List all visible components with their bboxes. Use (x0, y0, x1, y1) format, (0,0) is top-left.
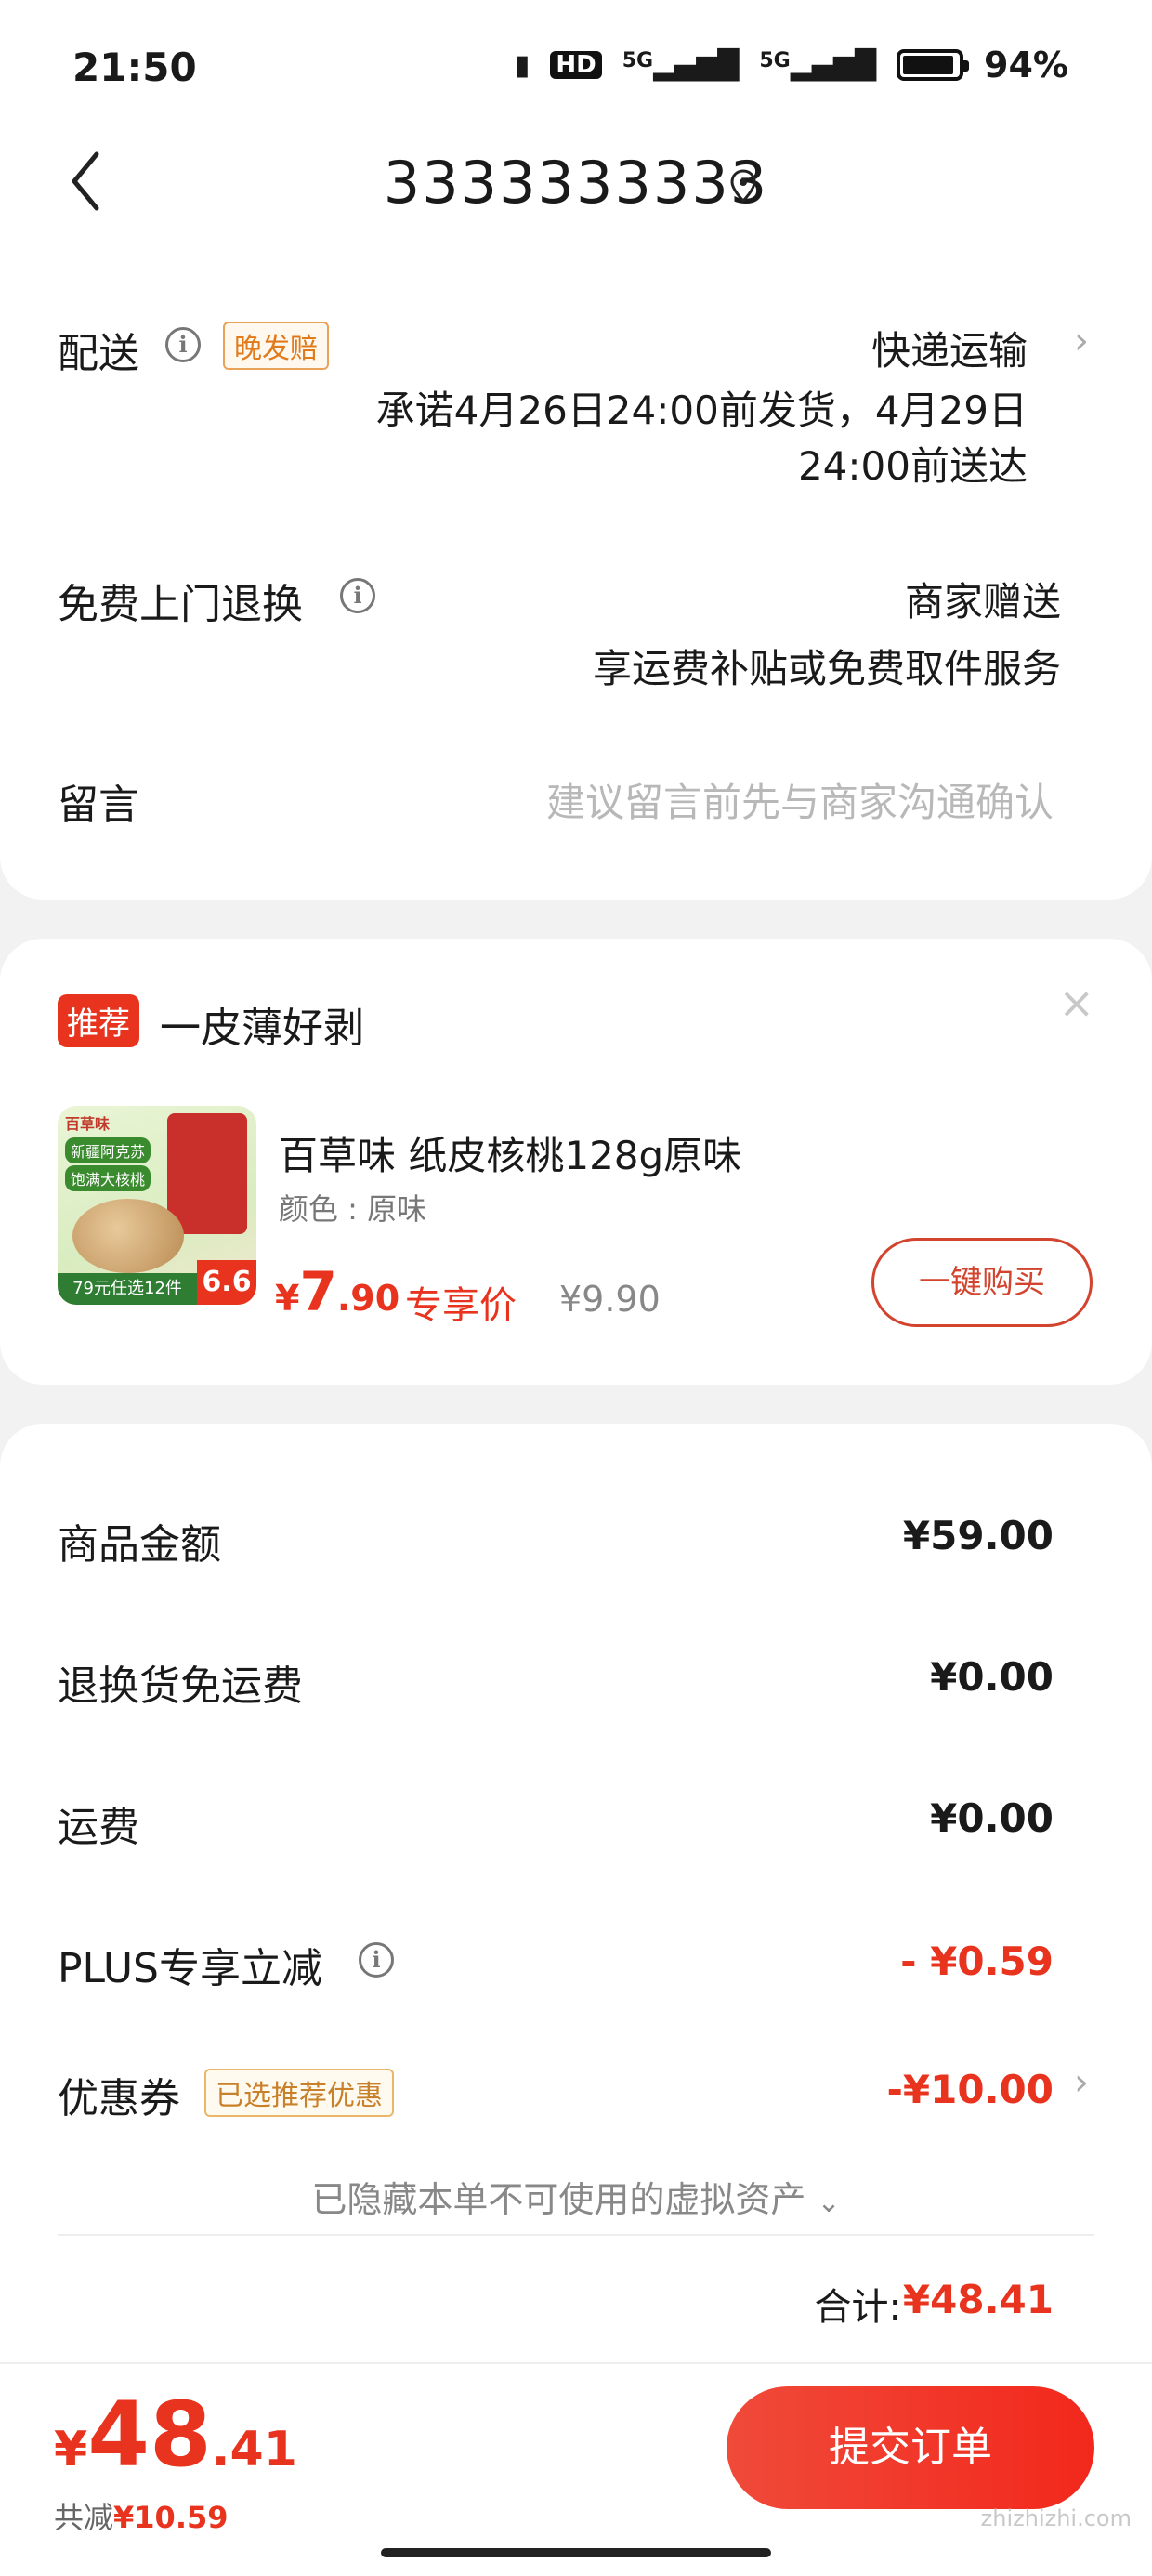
info-icon[interactable]: i (165, 327, 201, 362)
brand-logo: 百草味 (65, 1115, 111, 1133)
info-icon[interactable]: i (340, 578, 375, 613)
nav-bar: 3333333333 (0, 130, 1152, 242)
page-title: 3333333333 (383, 149, 769, 217)
price-summary-card: 商品金额 ¥59.00 退换货免运费 ¥0.00 运费 ¥0.00 PLUS专享… (0, 1424, 1152, 2362)
location-pin-icon[interactable] (730, 169, 756, 203)
order-options-card: 配送 i 晚发赔 快递运输 › 承诺4月26日24:00前发货，4月29日 24… (0, 242, 1152, 900)
vibrate-icon: ▮ (514, 48, 530, 82)
bottom-bar: ¥48.41 共减¥10.59 提交订单 zhizhizhi.com (0, 2362, 1152, 2576)
product-name[interactable]: 百草味 纸皮核桃128g原味 (279, 1124, 741, 1181)
summary-label: 商品金额 (58, 1521, 221, 1569)
divider (58, 2234, 1094, 2236)
battery-icon (897, 49, 970, 81)
recommend-tag: 推荐 (58, 994, 139, 1047)
plus-discount-value: - ¥0.59 (900, 1939, 1054, 1984)
summary-value: ¥0.00 (930, 1654, 1054, 1700)
package-image (167, 1113, 247, 1234)
total-value: ¥48.41 (902, 2277, 1054, 2322)
recommend-card: 推荐 一皮薄好剥 × 百草味 新疆阿克苏 饱满大核桃 79元任选12件 6.6 … (0, 939, 1152, 1385)
status-time: 21:50 (72, 45, 197, 90)
total-saved: 共减¥10.59 (54, 2500, 229, 2535)
chevron-right-icon[interactable]: › (1074, 320, 1089, 362)
pay-amount: ¥48.41 (54, 2383, 297, 2487)
chevron-right-icon[interactable]: › (1074, 2061, 1089, 2104)
total-label: 合计: (814, 2286, 901, 2329)
watermark: zhizhizhi.com (980, 2505, 1132, 2531)
delivery-promise-line2: 24:00前送达 (797, 443, 1028, 489)
return-desc: 享运费补贴或免费取件服务 (592, 646, 1061, 691)
return-label: 免费上门退换 (58, 581, 303, 628)
summary-value: ¥59.00 (902, 1513, 1054, 1558)
hd-icon: HD (550, 51, 602, 79)
original-price: ¥9.90 (559, 1279, 661, 1320)
delivery-method[interactable]: 快递运输 (871, 320, 1028, 376)
submit-order-button[interactable]: 提交订单 (727, 2386, 1094, 2509)
return-provider: 商家赠送 (904, 579, 1061, 624)
hidden-assets-toggle[interactable]: 已隐藏本单不可使用的虚拟资产 ⌄ (0, 2171, 1152, 2222)
chevron-down-icon: ⌄ (817, 2187, 841, 2219)
home-indicator (381, 2548, 771, 2557)
image-price: 6.6 (197, 1260, 256, 1305)
product-image[interactable]: 百草味 新疆阿克苏 饱满大核桃 79元任选12件 6.6 (58, 1106, 256, 1305)
signal-5g-icon: 5G▂▄▆█ (622, 48, 740, 82)
battery-level: 94% (984, 45, 1068, 85)
coupon-value[interactable]: -¥10.00 (886, 2067, 1054, 2112)
recommend-title: 一皮薄好剥 (160, 1005, 364, 1052)
message-input[interactable]: 建议留言前先与商家沟通确认 (546, 771, 1054, 828)
product-price: ¥7.90 (275, 1260, 400, 1323)
summary-value: ¥0.00 (930, 1795, 1054, 1841)
image-badge: 新疆阿克苏 (65, 1137, 151, 1163)
delivery-label: 配送 (58, 330, 139, 377)
close-icon[interactable]: × (1058, 978, 1094, 1028)
status-bar: 21:50 ▮ HD 5G▂▄▆█ 5G▂▄▆█ 94% (0, 0, 1152, 130)
product-spec: 颜色 : 原味 (279, 1191, 427, 1227)
summary-label: PLUS专享立减 (58, 1945, 322, 1992)
walnut-image (72, 1199, 184, 1273)
message-label: 留言 (58, 782, 139, 829)
delivery-promise-line1: 承诺4月26日24:00前发货，4月29日 (375, 388, 1028, 433)
summary-label: 退换货免运费 (58, 1663, 303, 1710)
status-icons: ▮ HD 5G▂▄▆█ 5G▂▄▆█ 94% (515, 45, 1068, 85)
coupon-label[interactable]: 优惠券 (58, 2065, 180, 2124)
signal-5g-icon: 5G▂▄▆█ (759, 48, 877, 82)
one-click-buy-button[interactable]: 一键购买 (871, 1238, 1093, 1327)
summary-label: 运费 (58, 1804, 139, 1851)
coupon-tag: 已选推荐优惠 (204, 2069, 394, 2117)
price-label: 专享价 (405, 1284, 517, 1327)
late-compensation-tag: 晚发赔 (223, 322, 329, 370)
image-badge: 饱满大核桃 (65, 1165, 151, 1191)
info-icon[interactable]: i (359, 1942, 394, 1978)
image-promo: 79元任选12件 (58, 1273, 197, 1305)
